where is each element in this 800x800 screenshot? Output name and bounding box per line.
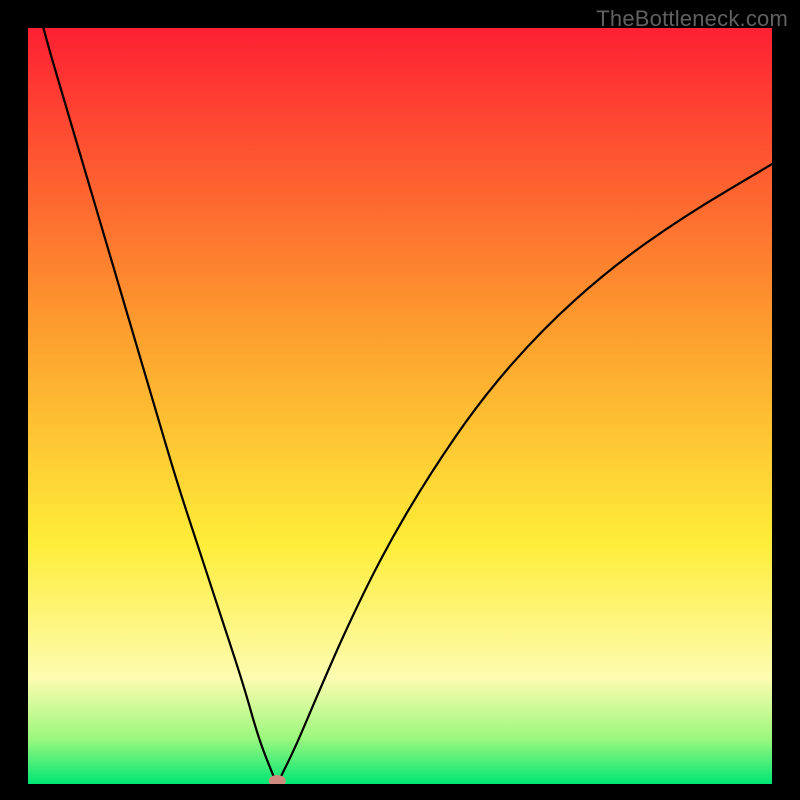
plot-svg [28,28,772,784]
gradient-background [28,28,772,784]
plot-area [28,28,772,784]
chart-frame: TheBottleneck.com [0,0,800,800]
watermark-text: TheBottleneck.com [596,6,788,32]
